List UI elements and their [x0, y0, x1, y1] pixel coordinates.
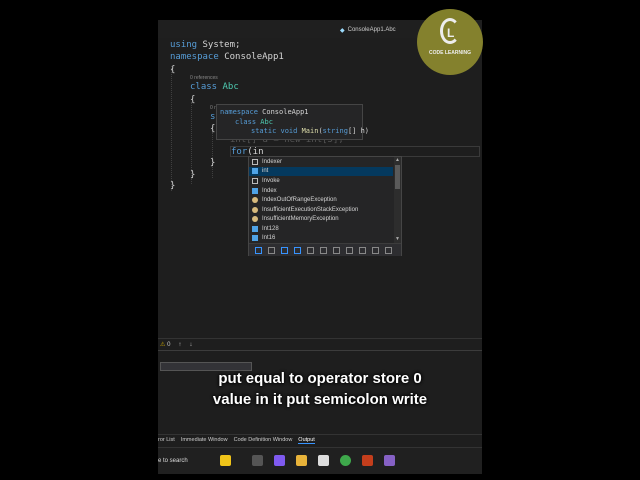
task-view-icon[interactable]: [252, 455, 263, 466]
tooltip-line-1: namespace ConsoleApp1: [220, 108, 309, 116]
code-line-2: namespace ConsoleApp1: [170, 52, 284, 62]
copilot-icon[interactable]: [274, 455, 285, 466]
code-line-11: }: [190, 170, 196, 180]
filter-locals-icon[interactable]: [385, 246, 392, 254]
logo-text: CODE LEARNING: [429, 50, 471, 56]
code-line-10: }: [210, 158, 216, 168]
completion-item[interactable]: Indexer: [249, 157, 393, 167]
exception-class-icon: [252, 197, 258, 204]
quick-info-tooltip: namespace ConsoleApp1 class Abc static v…: [216, 104, 369, 140]
visual-studio-icon[interactable]: [384, 455, 395, 466]
tab-immediate-window[interactable]: Immediate Window: [181, 437, 228, 443]
filter-namespaces-icon[interactable]: [346, 246, 353, 254]
warning-indicator[interactable]: ⚠ 0: [160, 341, 170, 348]
struct-icon: [252, 187, 258, 194]
filter-delegates-icon[interactable]: [333, 246, 340, 254]
completion-item-selected[interactable]: int: [249, 166, 393, 177]
scrollbar-thumb[interactable]: [395, 165, 400, 189]
chrome-icon[interactable]: [340, 455, 351, 466]
tab-error-list[interactable]: ror List: [158, 437, 175, 443]
widgets-icon[interactable]: [220, 455, 231, 466]
scroll-up-icon[interactable]: ▲: [394, 157, 401, 163]
completion-scrollbar[interactable]: ▲ ▼: [394, 157, 401, 243]
completion-item[interactable]: Int128: [249, 224, 393, 234]
exception-class-icon: [252, 216, 258, 223]
completion-item[interactable]: Index: [249, 186, 393, 196]
panel-tab-strip: ror List Immediate Window Code Definitio…: [158, 434, 482, 445]
code-line-12: }: [170, 181, 176, 191]
windows-taskbar: e to search: [158, 447, 482, 474]
tooltip-line-2: class Abc: [235, 118, 273, 126]
struct-icon: [252, 235, 258, 242]
caption-line-2: value in it put semicolon write: [212, 391, 428, 408]
tab-output[interactable]: Output: [298, 437, 315, 444]
completion-item[interactable]: Int16: [249, 234, 393, 243]
codelens-references[interactable]: 0 references: [190, 75, 218, 81]
warning-icon: ⚠: [160, 342, 166, 348]
completion-item[interactable]: Invoke: [249, 176, 393, 186]
file-explorer-icon[interactable]: [296, 455, 307, 466]
filter-enums-icon[interactable]: [320, 246, 327, 254]
logo-letter: L: [447, 26, 455, 40]
document-tab[interactable]: ◆ ConsoleApp1.Abc: [340, 23, 396, 37]
indent-guide: [212, 132, 213, 178]
struct-icon: [252, 168, 258, 175]
completion-filter-bar: [249, 243, 401, 256]
keyword-icon: [252, 177, 258, 184]
caption-line-1: put equal to operator store 0: [218, 370, 422, 387]
code-line-1: using System;: [170, 40, 241, 50]
filter-methods-icon[interactable]: [372, 246, 379, 254]
document-tab-label: ConsoleApp1.Abc: [347, 27, 396, 33]
filter-structs-icon[interactable]: [294, 246, 301, 254]
editor-status-bar: ⚠ 0 ↑ ↓: [158, 338, 482, 350]
indent-guide: [171, 66, 172, 191]
mail-icon[interactable]: [318, 455, 329, 466]
filter-interfaces-icon[interactable]: [307, 246, 314, 254]
powerpoint-icon[interactable]: [362, 455, 373, 466]
arrow-up-icon[interactable]: ↑: [178, 342, 181, 348]
filter-snippets-icon[interactable]: [359, 246, 366, 254]
struct-icon: [252, 225, 258, 232]
tooltip-line-3: static void Main(string[] h): [251, 127, 370, 135]
scroll-down-icon[interactable]: ▼: [394, 236, 401, 242]
keyword-icon: [252, 158, 258, 165]
completion-item[interactable]: InsufficientExecutionStackException: [249, 205, 393, 215]
filter-classes-icon[interactable]: [281, 246, 288, 254]
filter-expand-icon[interactable]: [255, 246, 262, 254]
taskbar-search[interactable]: e to search: [158, 454, 208, 468]
completion-item[interactable]: IndexOutOfRangeException: [249, 195, 393, 205]
code-learning-logo: L CODE LEARNING: [417, 9, 483, 75]
code-line-6: s: [210, 112, 216, 122]
code-line-7: {: [210, 124, 216, 134]
intellisense-completion-list: Indexer int Invoke Index IndexOutOfRange…: [248, 156, 402, 256]
code-line-5: {: [190, 95, 196, 105]
code-line-3: {: [170, 65, 176, 75]
codelens-references[interactable]: 0 r: [210, 105, 216, 111]
code-line-4: class Abc: [190, 82, 239, 92]
filter-keywords-icon[interactable]: [268, 246, 275, 254]
arrow-down-icon[interactable]: ↓: [189, 342, 192, 348]
class-icon: ◆: [340, 27, 345, 34]
tab-code-definition-window[interactable]: Code Definition Window: [234, 437, 293, 443]
exception-class-icon: [252, 206, 258, 213]
completion-item[interactable]: InsufficientMemoryException: [249, 215, 393, 225]
